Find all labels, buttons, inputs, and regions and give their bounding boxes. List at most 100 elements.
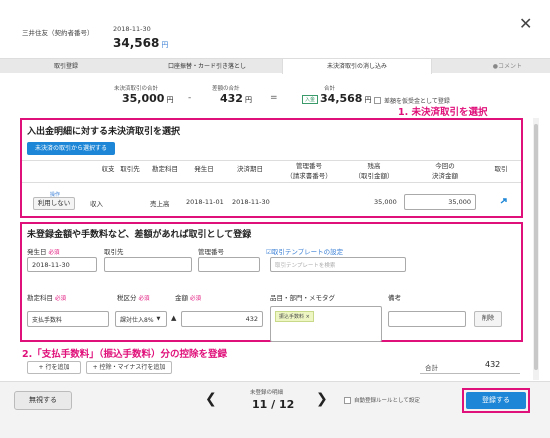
col-due-date: 決済期日 <box>237 165 263 173</box>
col-mgmt-no: 管理番号 （請求書番号） <box>281 160 337 180</box>
col-settle-amount-line2: 決済金額 <box>432 172 458 180</box>
section1-title: 入出金明細に対する未決済取引を選択 <box>27 127 181 137</box>
detail-header: 三井住友（契約者番号） 2018-11-30 34,568 円 ✕ <box>0 0 550 50</box>
unuse-button[interactable]: 利用しない <box>33 197 75 210</box>
row-account: 売上高 <box>150 200 170 208</box>
col-action: 取引 <box>494 165 508 173</box>
open-transaction-icon[interactable] <box>500 197 509 205</box>
note-label: 備考 <box>388 294 401 302</box>
currency-label: 円 <box>161 41 169 49</box>
auto-rule-box[interactable] <box>344 396 351 404</box>
chevron-left-icon[interactable]: ❮ <box>205 391 217 407</box>
section2-title: 未登録金額や手数料など、差額があれば取引として登録 <box>27 230 252 240</box>
date-label: 発生日 必須 <box>27 246 60 256</box>
note-input[interactable] <box>388 311 466 327</box>
row-issue-date: 2018-11-01 <box>186 198 224 206</box>
item-label: 品目・部門・メモタグ <box>270 294 335 302</box>
col-balance: 残高 （取引金額） <box>349 160 399 180</box>
account-label-text: 勘定科目 <box>27 294 53 302</box>
grand-total: 入金 34,568 円 <box>302 92 371 105</box>
annotation-step1: 1. 未決済取引を選択 <box>398 107 488 118</box>
partner-input[interactable] <box>104 257 192 272</box>
add-deduct-row-button[interactable]: + 控除・マイナス行を追加 <box>86 361 172 374</box>
row-balance: 35,000 <box>374 198 397 206</box>
register-button[interactable]: 登録する <box>466 392 526 409</box>
amount-value: 34,568 <box>113 36 160 50</box>
pager-value: 11 / 12 <box>252 398 295 411</box>
minus-sign: - <box>188 93 192 103</box>
tab-register[interactable]: 取引登録 <box>0 59 132 74</box>
settle-amount-input[interactable]: 35,000 <box>404 194 476 210</box>
account-input[interactable]: 支払手数料 <box>27 311 109 327</box>
section2-total-label: 合計 <box>425 364 438 372</box>
transaction-date: 2018-11-30 <box>113 25 151 33</box>
col-balance-line1: 残高 <box>367 162 381 170</box>
account-required: 必須 <box>55 296 67 302</box>
section2-total-value: 432 <box>485 360 501 369</box>
date-label-text: 発生日 <box>27 248 47 256</box>
col-mgmt-no-line2: （請求書番号） <box>286 172 332 180</box>
fee-tag[interactable]: 振込手数料 × <box>275 311 314 322</box>
table-header-divider <box>22 182 521 183</box>
tax-select-value: 課対仕入8% <box>120 316 154 324</box>
chevron-down-icon: ▼ <box>156 316 161 322</box>
equals-sign: = <box>270 93 278 103</box>
add-row-button[interactable]: + 行を追加 <box>27 361 81 374</box>
amount-label-text: 金額 <box>175 294 188 302</box>
unsettled-label: 未決済取引の合計 <box>114 86 159 92</box>
auto-rule-label: 自動登録ルールとして設定 <box>354 398 420 404</box>
checkbox-box[interactable] <box>374 97 381 104</box>
col-issue-date: 発生日 <box>194 165 214 173</box>
account-label: 勘定科目 必須 <box>27 292 66 302</box>
ignore-button[interactable]: 無視する <box>14 391 72 410</box>
select-unsettled-button[interactable]: 未決済の取引から選択する <box>27 142 115 155</box>
tab-transfer[interactable]: 口座振替・カード引き落とし <box>132 59 282 74</box>
amount-label: 金額 必須 <box>175 292 201 302</box>
diff-label: 差額の合計 <box>212 86 240 92</box>
annotation-step2: 2.「支払手数料」（振込手数料）分の控除を登録 <box>22 349 227 360</box>
unsettled-value: 35,000 <box>122 92 165 105</box>
minus-sign-toggle[interactable]: ▲ <box>171 314 176 322</box>
pager-label: 未登録の明細 <box>250 390 284 396</box>
row-due-date: 2018-11-30 <box>232 198 270 206</box>
transaction-amount: 34,568 円 <box>113 36 168 50</box>
delete-button[interactable]: 削除 <box>474 311 502 327</box>
mgmt-input[interactable] <box>198 257 260 272</box>
col-balance-line2: （取引金額） <box>354 172 394 180</box>
amount-required: 必須 <box>190 296 202 302</box>
grand-total-value: 34,568 <box>320 92 363 105</box>
tab-bar: 取引登録 口座振替・カード引き落とし 未決済取引の消し込み ●コメント <box>0 58 550 74</box>
tab-settlement[interactable]: 未決済取引の消し込み <box>282 59 432 74</box>
total-divider <box>420 373 520 374</box>
auto-rule-checkbox[interactable]: 自動登録ルールとして設定 <box>344 396 420 404</box>
col-mgmt-no-line1: 管理番号 <box>296 162 322 170</box>
unsettled-total: 35,000 円 <box>122 92 173 105</box>
unsettled-yen: 円 <box>166 96 174 104</box>
col-partner: 取引先 <box>120 165 140 173</box>
amount-input[interactable]: 432 <box>181 311 263 327</box>
col-account: 勘定科目 <box>152 165 178 173</box>
diff-yen: 円 <box>244 96 252 104</box>
date-required: 必須 <box>48 250 60 256</box>
chevron-right-icon[interactable]: ❯ <box>316 391 328 407</box>
scrollbar-thumb[interactable] <box>534 124 538 370</box>
tax-label: 税区分 必須 <box>117 292 150 302</box>
diff-total: 432 円 <box>220 92 252 105</box>
register-button-highlight: 登録する <box>462 388 530 413</box>
deposit-badge: 入金 <box>302 94 319 104</box>
tax-select[interactable]: 課対仕入8% ▼ <box>115 311 167 327</box>
item-tag-input[interactable]: 振込手数料 × <box>270 306 382 342</box>
tax-label-text: 税区分 <box>117 294 137 302</box>
tax-required: 必須 <box>138 296 150 302</box>
col-settle-amount: 今回の 決済金額 <box>417 160 473 180</box>
row-type: 収入 <box>90 200 103 208</box>
grand-total-yen: 円 <box>364 96 372 104</box>
total-label: 合計 <box>324 86 336 92</box>
close-icon[interactable]: ✕ <box>519 14 532 33</box>
date-input[interactable]: 2018-11-30 <box>27 257 97 272</box>
template-settings-link[interactable]: ☑取引テンプレートの設定 <box>266 246 343 256</box>
template-search-input[interactable]: 取引テンプレートを検索 <box>270 257 406 272</box>
partner-label: 取引先 <box>104 248 124 256</box>
tab-comment[interactable]: ●コメント <box>432 59 550 74</box>
account-name: 三井住友（契約者番号） <box>22 29 94 37</box>
